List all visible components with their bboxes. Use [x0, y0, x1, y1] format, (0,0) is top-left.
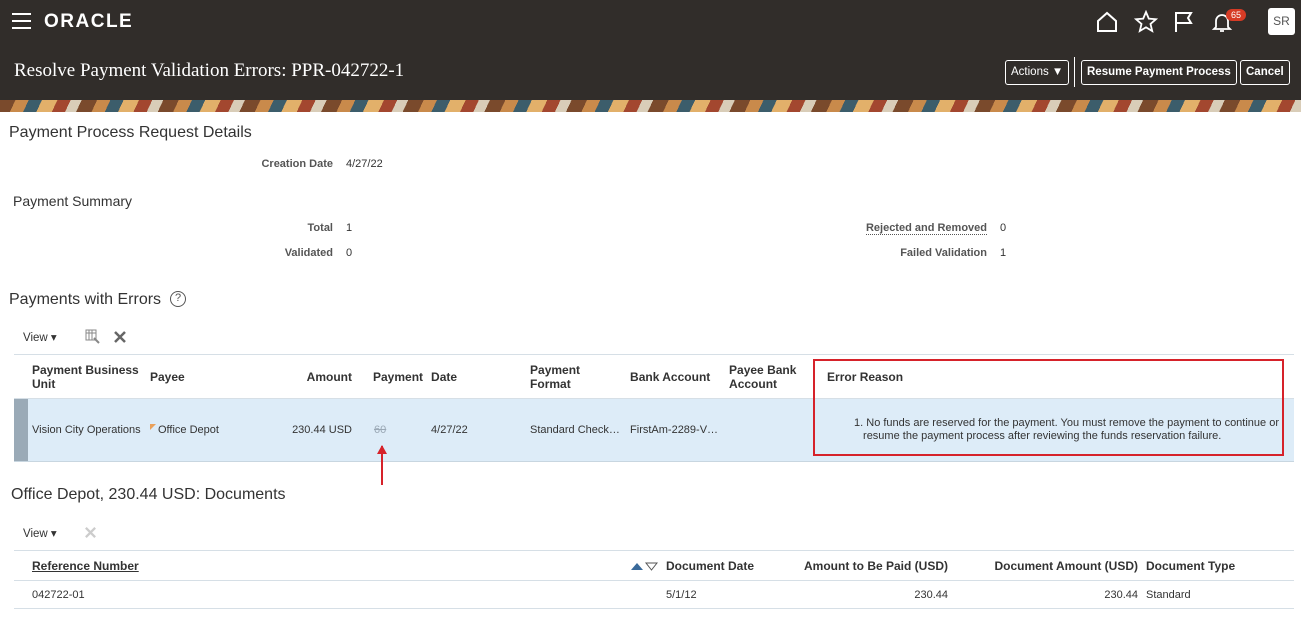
document-date-cell: 5/1/12	[662, 580, 782, 609]
payee-cell: Office Depot	[146, 398, 266, 462]
amount-to-be-paid-cell: 230.44	[782, 580, 952, 609]
documents-remove-x-icon	[85, 527, 96, 538]
page-title: Resolve Payment Validation Errors: PPR-0…	[14, 60, 405, 81]
document-type-cell: Standard	[1142, 580, 1294, 609]
col-amount[interactable]: Amount	[266, 354, 356, 399]
payment-link[interactable]: 60	[374, 424, 386, 436]
col-document-date[interactable]: Document Date	[662, 550, 782, 581]
payee-bank-account-cell	[725, 398, 816, 462]
col-document-amount[interactable]: Document Amount (USD)	[952, 550, 1142, 581]
home-icon[interactable]	[1095, 10, 1119, 34]
oracle-logo: ORACLE	[44, 11, 134, 32]
menu-icon[interactable]	[12, 13, 31, 29]
total-value: 1	[346, 222, 353, 234]
bank-account-cell: FirstAm-2289-V…	[626, 398, 726, 462]
watchlist-flag-icon[interactable]	[1172, 10, 1196, 34]
selector-header	[14, 354, 28, 399]
reference-number-cell: 042722-01	[28, 580, 662, 609]
sort-arrows-icon[interactable]	[628, 559, 658, 573]
error-reason-highlight-box	[813, 359, 1284, 456]
user-avatar[interactable]: SR	[1268, 8, 1295, 35]
failed-validation-label: Failed Validation	[900, 247, 987, 259]
col-date[interactable]: Date	[427, 354, 527, 399]
amount-cell: 230.44 USD	[266, 398, 356, 462]
date-cell: 4/27/22	[427, 398, 527, 462]
payments-with-errors-heading: Payments with Errors	[9, 291, 162, 308]
payment-summary-heading: Payment Summary	[13, 193, 133, 209]
notification-count-badge: 65	[1226, 9, 1247, 21]
failed-validation-value: 1	[1000, 247, 1007, 259]
documents-selector-header	[14, 550, 28, 581]
flag-marker-icon	[150, 424, 156, 430]
rejected-removed-label[interactable]: Rejected and Removed	[800, 222, 987, 235]
actions-menu-button[interactable]: Actions ▼	[1005, 60, 1070, 85]
annotation-arrow	[377, 445, 387, 485]
decorative-banner	[0, 100, 1301, 112]
col-document-type[interactable]: Document Type	[1142, 550, 1294, 581]
documents-header-row: Reference Number Document Date Amount to…	[14, 550, 1294, 581]
creation-date-label: Creation Date	[261, 158, 333, 170]
remove-x-icon[interactable]	[113, 330, 127, 344]
rejected-removed-value: 0	[1000, 222, 1007, 234]
payment-cell: 60	[356, 398, 428, 462]
documents-heading: Office Depot, 230.44 USD: Documents	[11, 486, 286, 503]
payment-format-cell: Standard Check…	[526, 398, 627, 462]
cancel-button[interactable]: Cancel	[1240, 60, 1290, 85]
favorites-star-icon[interactable]	[1134, 10, 1158, 34]
global-header: ORACLE 65 SR Resolve Payment Validation …	[0, 0, 1301, 112]
col-reference-number[interactable]: Reference Number	[28, 550, 662, 581]
documents-table: Reference Number Document Date Amount to…	[14, 550, 1294, 609]
col-payee[interactable]: Payee	[146, 354, 266, 399]
view-menu[interactable]: View ▾	[23, 330, 57, 344]
resume-payment-process-button[interactable]: Resume Payment Process	[1081, 60, 1237, 85]
business-unit-cell: Vision City Operations	[28, 398, 146, 462]
col-amount-to-be-paid[interactable]: Amount to Be Paid (USD)	[782, 550, 952, 581]
documents-row-selector[interactable]	[14, 580, 28, 609]
creation-date-value: 4/27/22	[346, 158, 383, 170]
validated-value: 0	[346, 247, 353, 259]
validated-label: Validated	[284, 247, 333, 259]
col-business-unit[interactable]: Payment Business Unit	[28, 354, 146, 399]
col-payment[interactable]: Payment	[356, 354, 428, 399]
row-selector[interactable]	[14, 398, 28, 462]
document-amount-cell: 230.44	[952, 580, 1142, 609]
documents-view-menu[interactable]: View ▾	[23, 526, 57, 540]
help-icon[interactable]: ?	[170, 291, 186, 307]
total-label: Total	[307, 222, 333, 234]
freeze-columns-icon[interactable]	[85, 329, 100, 344]
col-payee-bank-account[interactable]: Payee Bank Account	[725, 354, 816, 399]
toolbar-separator	[1074, 57, 1075, 87]
documents-table-row[interactable]: 042722-01 5/1/12 230.44 230.44 Standard	[14, 580, 1294, 609]
details-heading: Payment Process Request Details	[9, 124, 252, 141]
col-bank-account[interactable]: Bank Account	[626, 354, 726, 399]
col-payment-format[interactable]: Payment Format	[526, 354, 627, 399]
